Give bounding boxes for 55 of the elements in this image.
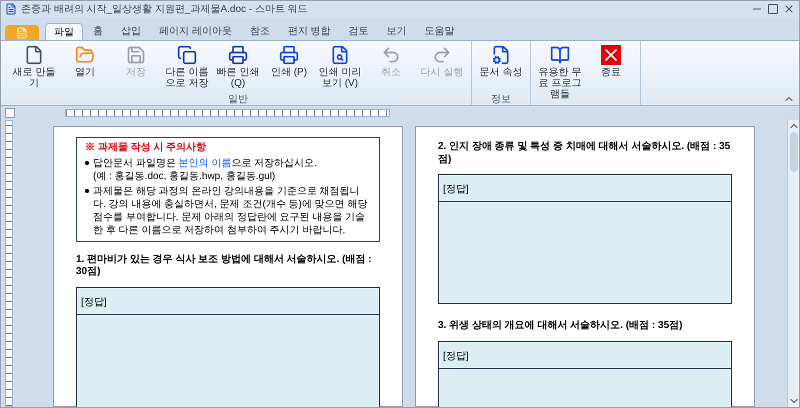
close-icon: [601, 45, 621, 65]
vertical-scrollbar[interactable]: [787, 120, 799, 407]
answer-box[interactable]: [정답]: [438, 174, 732, 304]
printer-icon: [228, 45, 248, 65]
answer-label: [정답]: [443, 184, 469, 195]
printer-icon: [279, 45, 299, 65]
redo-icon: [432, 45, 452, 65]
document-icon: [24, 45, 44, 65]
notice-text: 답안문서 파일명은 본인의 이름으로 저장하십시오.: [93, 156, 317, 170]
ribbon-tab[interactable]: 파일: [45, 23, 83, 40]
notice-text: 과제물은 해당 과정의 온라인 강의내용을 기준으로 채점됩니다. 강의 내용에 충실하면서, 문제 조건(개수 등)에 맞으면 해당 점수를 부여합니다. 문제 아래의 정답란에 요구된 내용을 기술한 후 다른 이름으로 저장하여 첨부하여 주시기 바랍니다.: [93, 184, 368, 236]
scroll-thumb[interactable]: [790, 132, 798, 172]
ribbon-tab[interactable]: 참조: [242, 23, 278, 40]
ribbon-button[interactable]: 인쇄 (P): [264, 41, 314, 94]
ribbon-button[interactable]: 유용한 무료 프로그램들: [535, 41, 585, 105]
answer-label: [정답]: [443, 350, 469, 362]
group-label: 정보: [490, 94, 512, 105]
question-text: 3. 위생 상태의 개요에 대해서 서술하시오. (배점 : 35점): [438, 320, 684, 332]
answer-box[interactable]: [정답]: [76, 286, 380, 407]
ribbon-button[interactable]: 문서 속성: [476, 41, 526, 94]
preview-icon: [330, 45, 350, 65]
ribbon-button[interactable]: 종료: [586, 41, 636, 105]
ribbon-button[interactable]: 열기: [60, 41, 110, 94]
close-icon[interactable]: [783, 3, 795, 15]
ribbon-tab[interactable]: 보기: [378, 23, 415, 40]
ribbon-tab[interactable]: 페이지 레이아웃: [151, 23, 240, 40]
ribbon-tab[interactable]: 홈: [85, 23, 111, 40]
save-icon: [126, 45, 146, 65]
answer-box[interactable]: [정답]: [438, 340, 732, 407]
ribbon-button[interactable]: 인쇄 미리보기 (V): [315, 41, 365, 94]
ribbon-button[interactable]: 빠른 인쇄 (Q): [213, 41, 263, 94]
answer-label: [정답]: [81, 296, 107, 308]
folder-icon: [75, 45, 95, 65]
restore-icon[interactable]: [767, 3, 779, 15]
ribbon-tab[interactable]: 검토: [340, 23, 377, 40]
undo-icon: [381, 45, 401, 65]
ruler-toggle[interactable]: [5, 108, 15, 118]
notice-title: ※ 과제물 작성 시 주의사항: [85, 142, 208, 154]
copy-icon: [177, 45, 197, 65]
ribbon-button[interactable]: 새로 만들기: [9, 41, 59, 94]
ribbon-tab[interactable]: 삽입: [113, 23, 149, 40]
group-label: 일반: [227, 94, 249, 105]
ribbon-tab[interactable]: 편지 병합: [280, 23, 339, 40]
question-text: 1. 편마비가 있는 경우 식사 보조 방법에 대해서 서술하시오. (배점 : 30점): [76, 254, 373, 278]
app-icon: [5, 3, 17, 15]
document-gear-icon: [491, 45, 511, 65]
notice-example: (예 : 홍길동.doc, 홍길동.hwp, 홍길동.gul): [93, 170, 276, 182]
book-icon: [550, 45, 570, 65]
window-title: 존중과 배려의 시작_일상생활 지원편_과제물A.doc - 스마트 워드: [21, 2, 309, 16]
document-icon: [16, 26, 28, 38]
bullet-icon: [85, 188, 89, 192]
bullet-icon: [85, 160, 89, 164]
question-text: 2. 인지 장애 종류 및 특성 중 치매에 대해서 서술하시오. (배점 : 35점): [438, 141, 732, 166]
ribbon-tab[interactable]: 도움말: [416, 23, 463, 40]
ribbon-button[interactable]: 다른 이름으로 저장: [162, 41, 212, 94]
